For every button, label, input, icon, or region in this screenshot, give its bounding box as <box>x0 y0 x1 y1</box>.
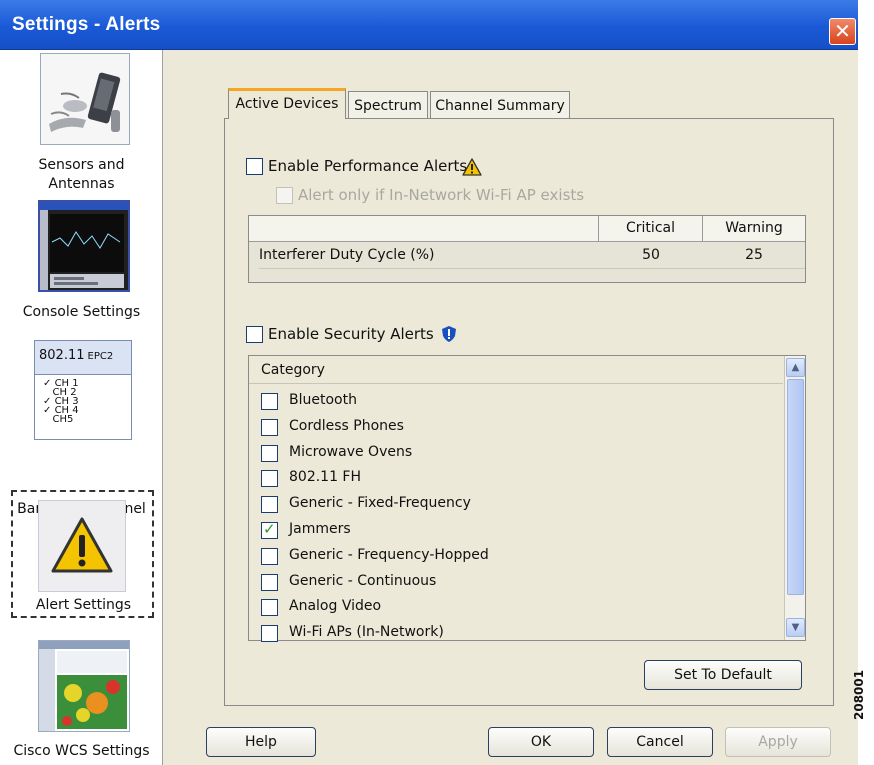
category-label: Generic - Fixed-Frequency <box>289 495 471 512</box>
list-item[interactable]: Generic - Fixed-Frequency <box>249 492 783 518</box>
band-channel-5: CH5 <box>52 414 74 425</box>
console-settings-icon <box>38 200 130 292</box>
tab-channel-summary-label: Channel Summary <box>435 98 565 114</box>
cisco-wcs-icon <box>38 640 130 732</box>
band-channel-row: CH5 <box>43 414 79 425</box>
category-scrollbar[interactable]: ▲ ▼ <box>784 356 805 640</box>
close-icon: ✕ <box>834 19 851 43</box>
title-bar: Settings - Alerts <box>0 0 858 50</box>
category-label: Jammers <box>289 521 351 537</box>
table-cell-warning[interactable]: 25 <box>703 243 805 269</box>
table-header-blank <box>249 216 599 242</box>
alert-in-network-checkbox <box>276 187 293 204</box>
category-label: Analog Video <box>289 598 382 615</box>
category-checkbox[interactable] <box>261 393 278 410</box>
enable-performance-alerts-label: Enable Performance Alerts <box>268 157 468 175</box>
band-thumb-sub: EPC2 <box>87 351 114 362</box>
band-thumb-title: 802.11 <box>39 348 85 363</box>
sidebar-label-cisco-wcs: Cisco WCS Settings <box>13 743 150 759</box>
figure-id-label: 208001 <box>852 669 866 720</box>
band-channel-icon: 802.11 EPC2 ✓ CH 1 CH 2 ✓ CH 3 ✓ CH 4 CH5 <box>34 340 132 440</box>
tab-spectrum[interactable]: Spectrum <box>348 91 428 120</box>
set-to-default-button[interactable]: Set To Default <box>644 660 802 690</box>
sidebar-label-sensors-line2: Antennas <box>48 176 115 192</box>
enable-performance-alerts-checkbox[interactable] <box>246 158 263 175</box>
sidebar-item-console[interactable]: Console Settings <box>0 200 163 325</box>
category-checkbox[interactable] <box>261 625 278 643</box>
table-header-warning: Warning <box>703 216 805 242</box>
category-label: Bluetooth <box>289 392 357 408</box>
table-cell-critical[interactable]: 50 <box>599 243 703 269</box>
tab-active-devices[interactable]: Active Devices <box>228 88 346 119</box>
performance-thresholds-table: Critical Warning Interferer Duty Cycle (… <box>248 215 806 283</box>
tab-spectrum-label: Spectrum <box>354 98 422 114</box>
category-checkbox[interactable]: ✓ <box>261 520 278 539</box>
alert-in-network-label: Alert only if In-Network Wi-Fi AP exists <box>298 186 585 204</box>
close-button[interactable]: ✕ <box>829 18 856 45</box>
security-category-list: Category Bluetooth Cordless Phones Microwa… <box>248 355 806 643</box>
sidebar-label-sensors-line1: Sensors and <box>38 157 125 173</box>
window-title: Settings - Alerts <box>12 14 161 35</box>
list-item[interactable]: 802.11 FH <box>249 466 783 492</box>
category-checkbox[interactable] <box>261 418 278 436</box>
list-item[interactable]: Microwave Ovens <box>249 441 783 467</box>
scrollbar-thumb[interactable] <box>787 379 804 595</box>
shield-icon <box>441 325 457 343</box>
category-label: Microwave Ovens <box>289 443 413 460</box>
list-item[interactable]: Cordless Phones <box>249 415 783 441</box>
alert-settings-icon <box>38 500 126 592</box>
checkmark-icon: ✓ <box>263 520 276 538</box>
category-label: Generic - Continuous <box>289 572 437 589</box>
category-label: Cordless Phones <box>289 417 404 434</box>
table-row-name: Interferer Duty Cycle (%) <box>259 243 599 269</box>
sidebar-item-cisco-wcs[interactable]: Cisco WCS Settings <box>0 640 163 765</box>
category-label: 802.11 FH <box>289 469 362 486</box>
category-checkbox[interactable] <box>261 547 278 565</box>
apply-button: Apply <box>725 727 831 757</box>
settings-sidebar: Sensors and Antennas Console Settings 80… <box>0 50 163 765</box>
warning-icon <box>462 158 482 176</box>
sidebar-item-sensors[interactable]: Sensors and Antennas <box>0 50 163 200</box>
list-item[interactable]: Generic - Continuous <box>249 570 783 596</box>
help-button[interactable]: Help <box>206 727 316 757</box>
list-item[interactable]: Generic - Frequency-Hopped <box>249 544 783 570</box>
sidebar-label-console: Console Settings <box>22 304 141 320</box>
list-item[interactable]: ✓ Jammers <box>249 518 783 544</box>
list-item[interactable]: Analog Video <box>249 595 783 621</box>
scroll-up-arrow-icon[interactable]: ▲ <box>786 358 805 377</box>
table-header-critical: Critical <box>599 216 703 242</box>
category-checkbox[interactable] <box>261 599 278 617</box>
enable-security-alerts-checkbox[interactable] <box>246 326 263 343</box>
sidebar-item-alert-settings[interactable]: Alert Settings <box>11 490 154 618</box>
scroll-down-arrow-icon[interactable]: ▼ <box>786 618 805 637</box>
category-header: Category <box>249 356 783 384</box>
tab-active-devices-label: Active Devices <box>235 96 339 112</box>
category-checkbox[interactable] <box>261 496 278 514</box>
enable-security-alerts-label: Enable Security Alerts <box>268 325 434 343</box>
sidebar-label-alert: Alert Settings <box>35 597 132 613</box>
list-item[interactable]: Bluetooth <box>249 389 783 415</box>
category-label: Generic - Frequency-Hopped <box>289 546 489 563</box>
category-checkbox[interactable] <box>261 573 278 591</box>
tab-channel-summary[interactable]: Channel Summary <box>430 91 570 120</box>
sensors-antennas-icon <box>40 53 130 145</box>
category-checkbox[interactable] <box>261 470 278 488</box>
list-item[interactable]: Wi-Fi APs (In-Network) <box>249 621 783 647</box>
ok-button[interactable]: OK <box>488 727 594 757</box>
cancel-button[interactable]: Cancel <box>607 727 713 757</box>
category-checkbox[interactable] <box>261 444 278 462</box>
category-label: Wi-Fi APs (In-Network) <box>289 624 444 641</box>
